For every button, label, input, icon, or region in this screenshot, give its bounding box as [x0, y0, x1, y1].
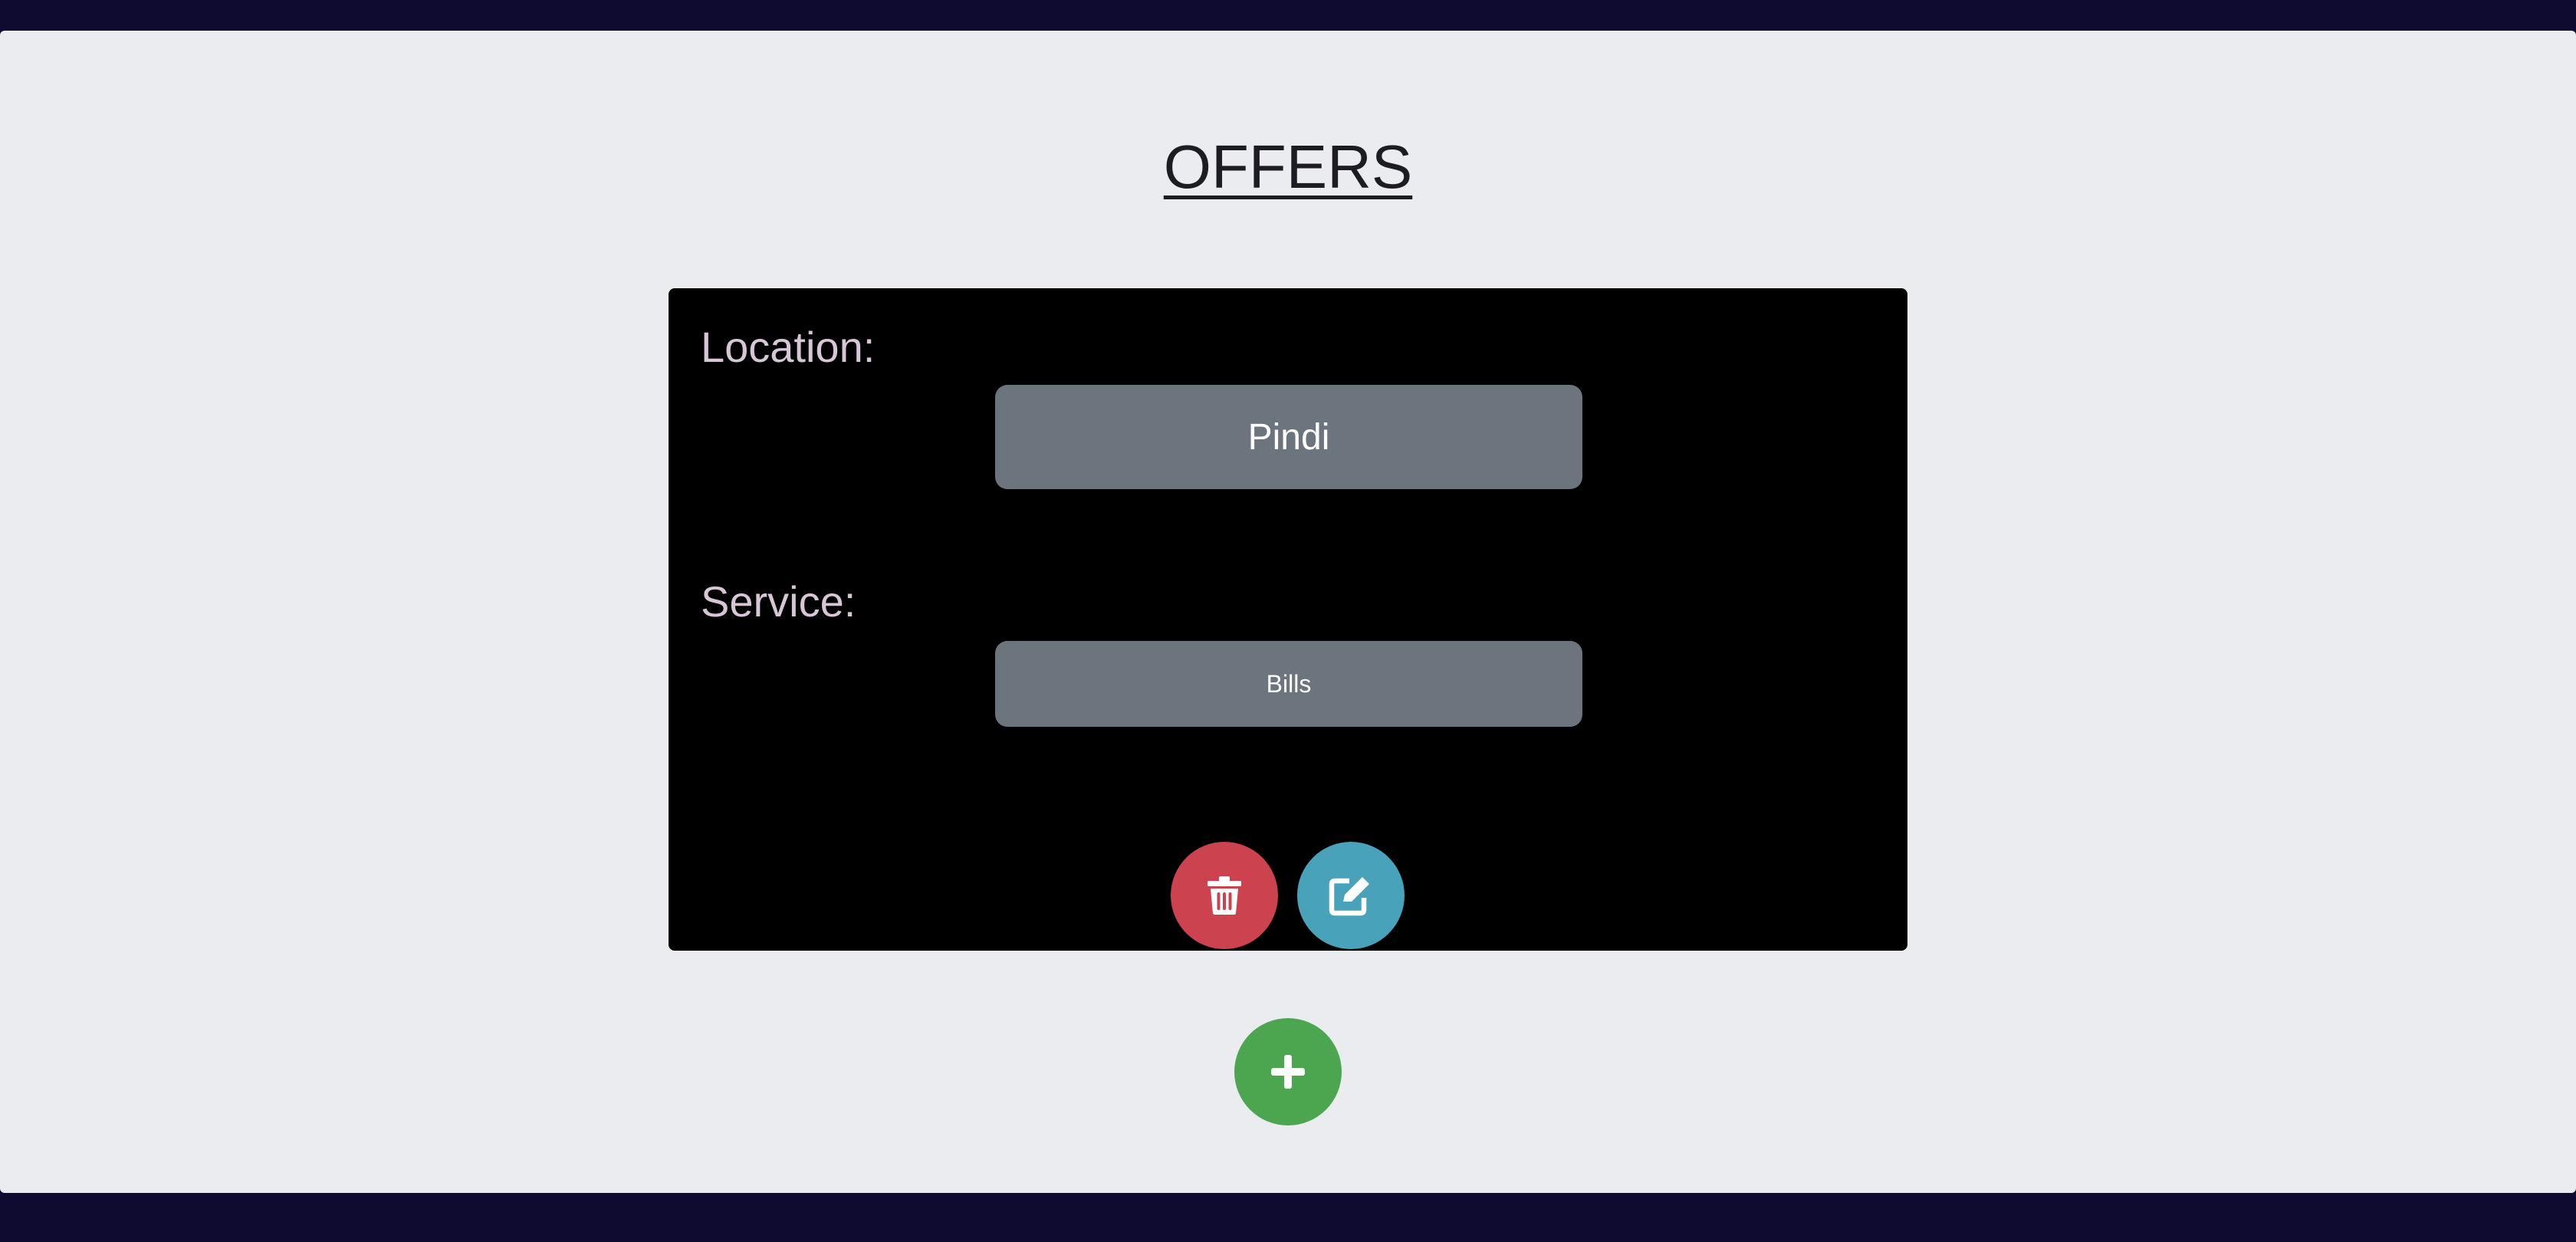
add-offer-button[interactable] [1234, 1018, 1342, 1125]
offer-card: Location: Pindi Service: Bills [669, 288, 1907, 951]
delete-button[interactable] [1171, 842, 1278, 949]
edit-icon [1329, 877, 1369, 916]
edit-button[interactable] [1297, 842, 1405, 949]
page-title: OFFERS [1163, 133, 1413, 201]
plus-icon [1271, 1055, 1305, 1089]
page-container: OFFERS Location: Pindi Service: Bills [0, 31, 2576, 1193]
location-label: Location: [701, 323, 876, 371]
location-value: Pindi [995, 385, 1582, 489]
service-value: Bills [995, 641, 1582, 727]
service-label: Service: [701, 577, 856, 626]
trash-icon [1208, 876, 1241, 915]
